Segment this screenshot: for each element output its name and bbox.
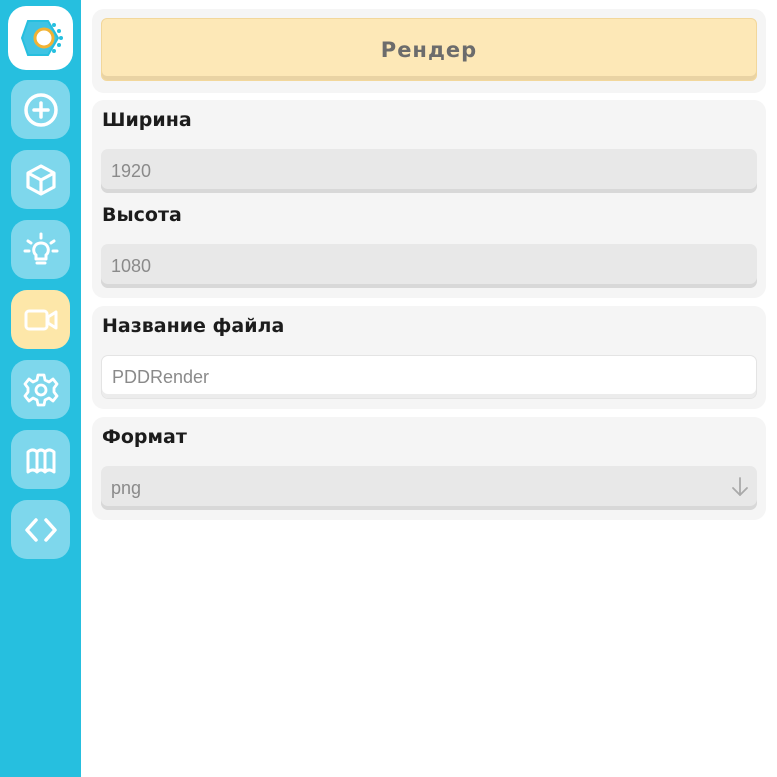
format-label: Формат	[102, 426, 187, 448]
height-input[interactable]: 1080	[101, 244, 757, 288]
gear-icon	[23, 373, 58, 406]
map-icon	[26, 448, 55, 473]
sidebar	[0, 0, 81, 777]
width-label: Ширина	[102, 109, 192, 131]
render-button[interactable]: Рендер	[101, 18, 757, 81]
cube-icon	[25, 163, 56, 196]
filename-input[interactable]: PDDRender	[101, 355, 757, 399]
sidebar-item-settings[interactable]	[11, 360, 70, 419]
arrow-down-icon	[732, 477, 748, 496]
lightbulb-icon	[23, 232, 58, 264]
app-logo[interactable]	[8, 6, 73, 70]
width-input[interactable]: 1920	[101, 149, 757, 193]
sidebar-item-code[interactable]	[11, 500, 70, 559]
sidebar-item-map[interactable]	[11, 430, 70, 489]
plus-circle-icon	[23, 92, 58, 127]
height-label: Высота	[102, 204, 182, 226]
format-select[interactable]: png	[101, 466, 757, 510]
sidebar-item-objects[interactable]	[11, 150, 70, 209]
video-camera-icon	[24, 309, 57, 330]
format-selected-value: png	[111, 477, 142, 498]
sidebar-item-lights[interactable]	[11, 220, 70, 279]
code-icon	[24, 517, 57, 542]
app-logo-icon	[20, 20, 63, 56]
sidebar-item-camera[interactable]	[11, 290, 70, 349]
filename-label: Название файла	[102, 315, 285, 337]
sidebar-item-add[interactable]	[11, 80, 70, 139]
